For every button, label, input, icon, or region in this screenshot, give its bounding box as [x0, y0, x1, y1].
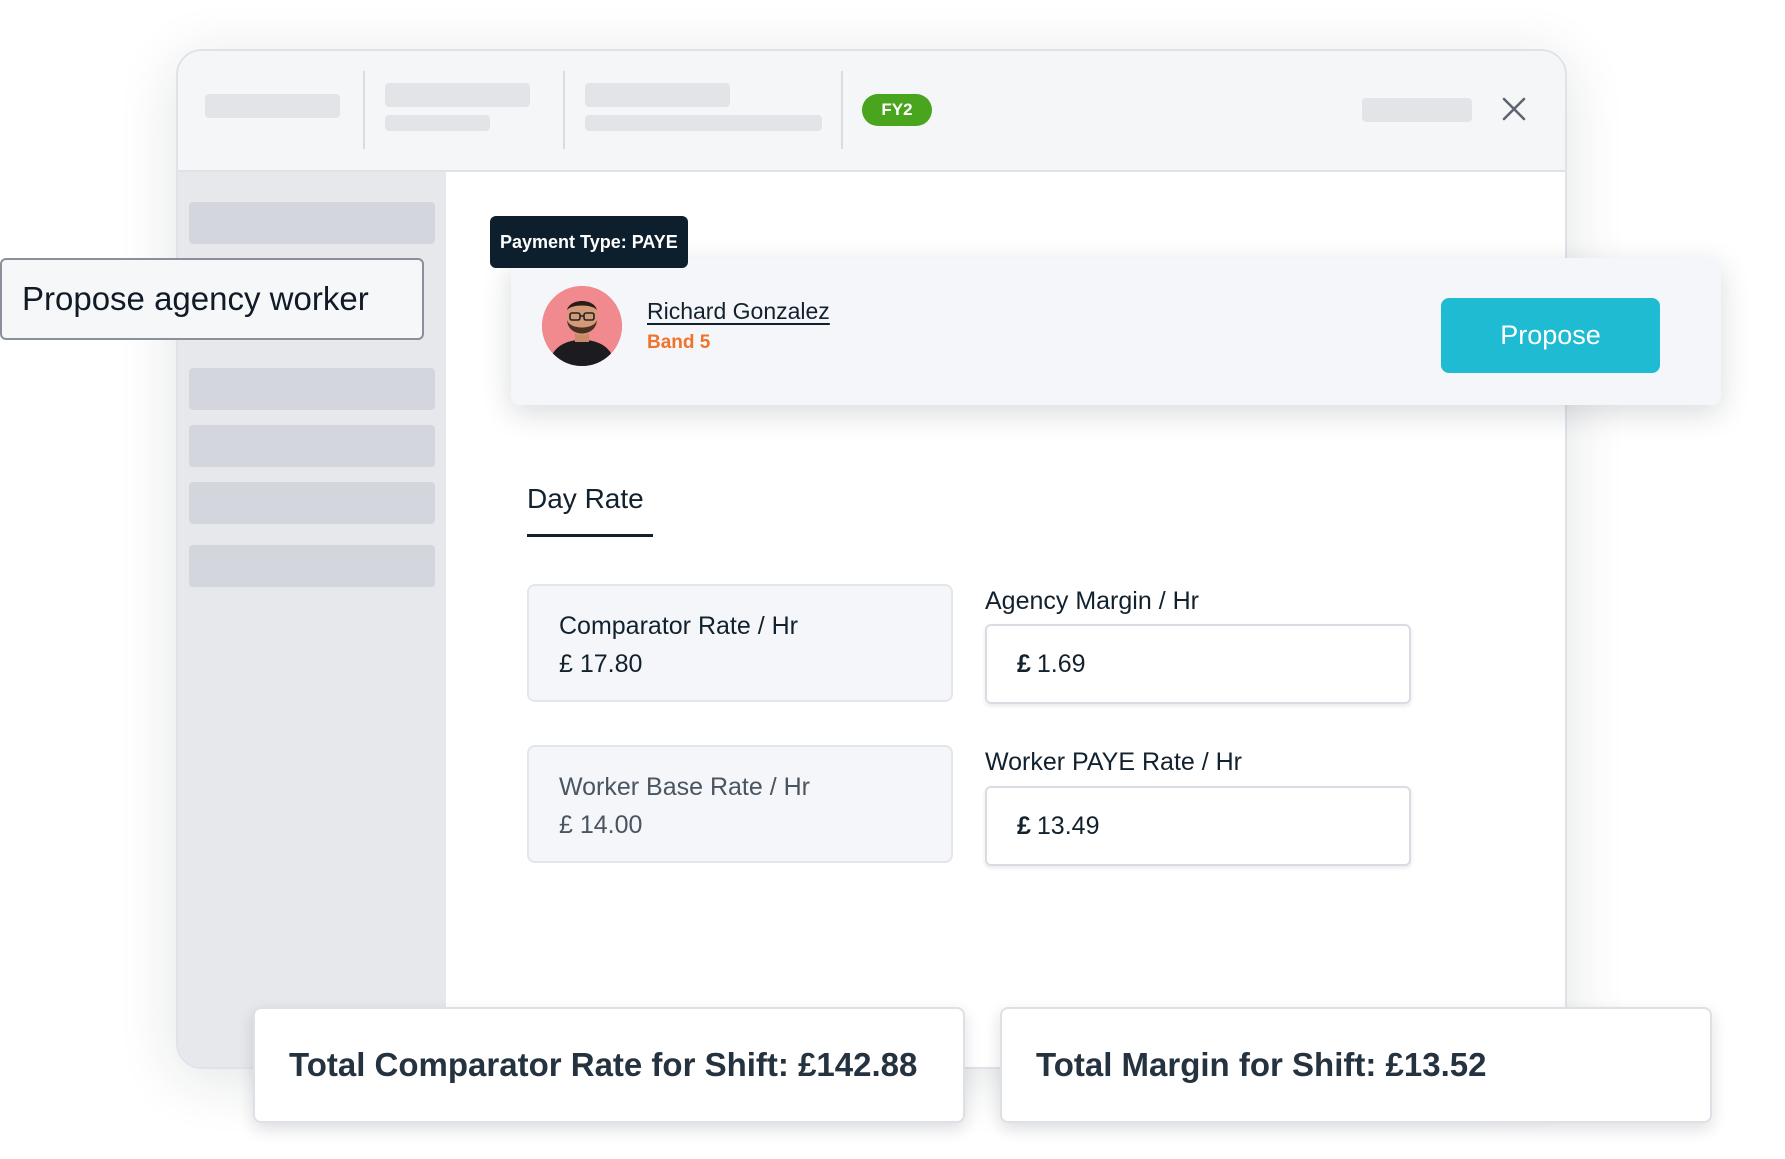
header-placeholder [585, 115, 822, 131]
worker-paye-rate-label: Worker PAYE Rate / Hr [985, 748, 1243, 776]
sidebar-item[interactable] [189, 482, 435, 524]
divider [563, 71, 565, 149]
comparator-rate-box: Comparator Rate / Hr £ 17.80 [527, 584, 953, 702]
worker-paye-rate-value: 13.49 [1036, 811, 1100, 840]
avatar [542, 286, 622, 366]
total-margin-card: Total Margin for Shift: £13.52 [1000, 1007, 1712, 1123]
sidebar-item[interactable] [189, 425, 435, 467]
comparator-rate-value: £ 17.80 [559, 650, 643, 678]
sidebar-item[interactable] [189, 202, 435, 244]
header-placeholder [585, 83, 730, 107]
currency-symbol: £ [1017, 811, 1031, 840]
divider [841, 71, 843, 149]
agency-margin-input[interactable]: £ 1.69 [985, 624, 1411, 704]
currency-symbol: £ [1017, 649, 1031, 678]
propose-agency-worker-label: Propose agency worker [0, 258, 424, 340]
worker-card: Richard Gonzalez Band 5 Propose [511, 258, 1721, 405]
payment-type-tag: Payment Type: PAYE [490, 216, 688, 268]
worker-base-rate-label: Worker Base Rate / Hr [559, 773, 811, 801]
divider [363, 71, 365, 149]
close-icon[interactable] [1500, 95, 1528, 123]
worker-name-link[interactable]: Richard Gonzalez [647, 298, 830, 325]
fy-badge: FY2 [862, 94, 932, 126]
header-placeholder [1362, 98, 1472, 122]
agency-margin-label: Agency Margin / Hr [985, 587, 1199, 615]
tab-active-indicator [527, 534, 653, 537]
tab-day-rate[interactable]: Day Rate [527, 483, 644, 515]
worker-band: Band 5 [647, 332, 711, 353]
worker-base-rate-value: £ 14.00 [559, 811, 643, 839]
canvas: FY2 Propose agency worker Payment Type: … [0, 0, 1785, 1159]
app-window: FY2 [176, 49, 1567, 1069]
worker-paye-rate-input[interactable]: £ 13.49 [985, 786, 1411, 866]
sidebar-item[interactable] [189, 368, 435, 410]
header-placeholder [385, 115, 490, 131]
comparator-rate-label: Comparator Rate / Hr [559, 612, 798, 640]
header-placeholder [385, 83, 530, 107]
top-bar: FY2 [178, 51, 1565, 172]
propose-button[interactable]: Propose [1441, 298, 1660, 373]
agency-margin-value: 1.69 [1036, 649, 1086, 678]
header-placeholder [205, 94, 340, 118]
worker-base-rate-box: Worker Base Rate / Hr £ 14.00 [527, 745, 953, 863]
total-comparator-card: Total Comparator Rate for Shift: £142.88 [253, 1007, 965, 1123]
sidebar-item[interactable] [189, 545, 435, 587]
